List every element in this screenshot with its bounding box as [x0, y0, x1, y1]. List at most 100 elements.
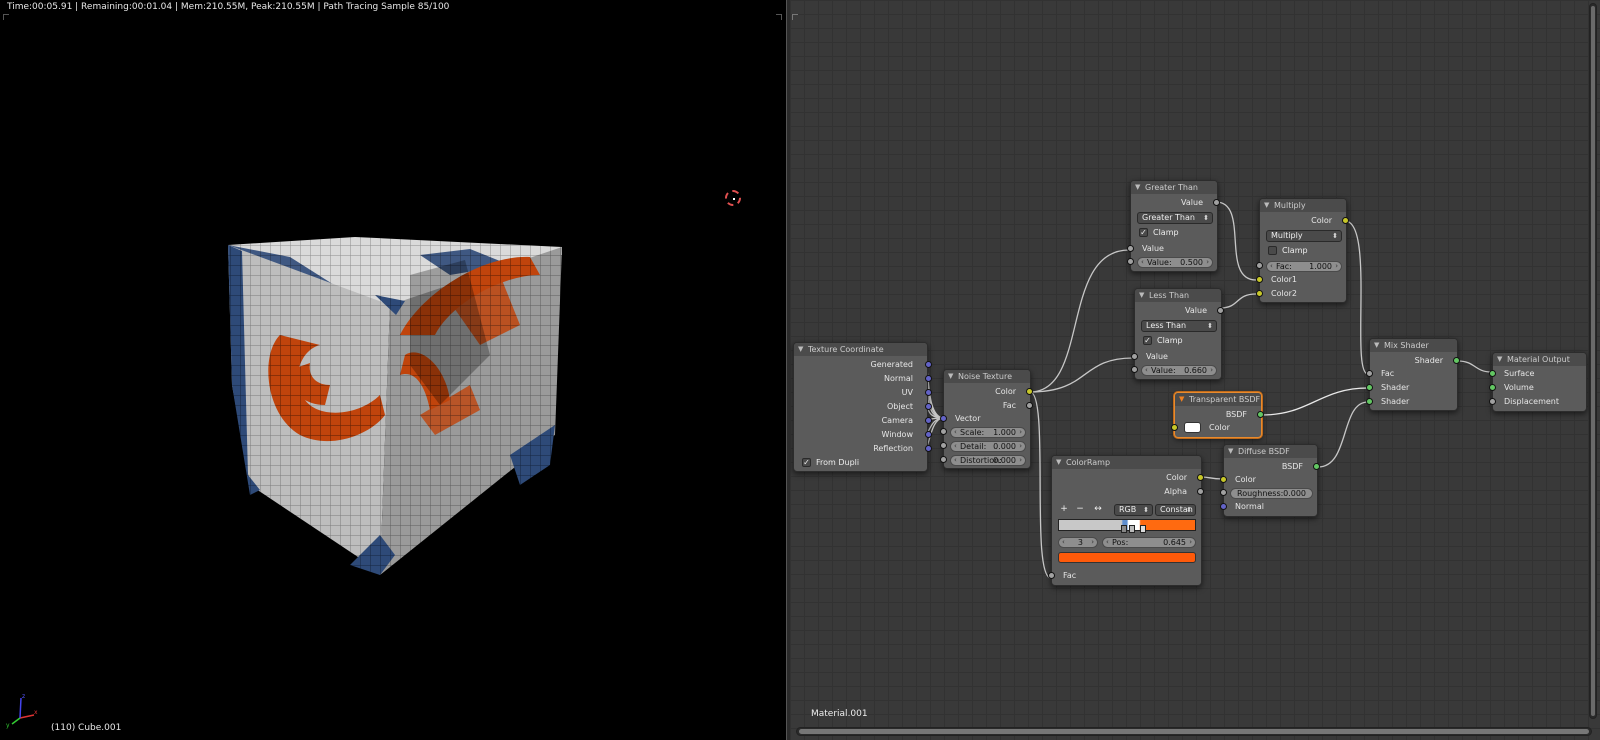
scale-field[interactable]: ‹ Scale: 1.000 ›	[950, 427, 1026, 438]
vertical-scrollbar[interactable]	[1589, 3, 1597, 719]
socket-value-out[interactable]	[1217, 307, 1224, 314]
socket-color-out[interactable]	[1197, 474, 1204, 481]
node-color-ramp[interactable]: ▼ ColorRamp Color Alpha + − ↔ RGB ⬍ Consta…	[1048, 455, 1204, 586]
3d-cursor[interactable]	[725, 190, 741, 206]
node-title: Diffuse BSDF	[1238, 447, 1290, 456]
socket-object[interactable]	[925, 403, 932, 410]
fac-field[interactable]: ‹ Fac: 1.000 ›	[1266, 261, 1342, 272]
node-header[interactable]: ▼ Mix Shader	[1370, 339, 1457, 352]
node-header[interactable]: ▼ Multiply	[1260, 199, 1346, 212]
node-header[interactable]: ▼ ColorRamp	[1052, 456, 1201, 469]
node-material-output[interactable]: ▼ Material Output Surface Volume Displace…	[1489, 352, 1587, 412]
socket-fac-out[interactable]	[1026, 402, 1033, 409]
socket-color-out[interactable]	[1342, 217, 1349, 224]
clamp-checkbox[interactable]: ✓	[1139, 228, 1148, 237]
node-multiply[interactable]: ▼ Multiply Color Multiply ⬍ Clamp ‹ Fac: 1.0…	[1256, 198, 1349, 303]
stop-index-field[interactable]: ‹ 3 ›	[1058, 537, 1098, 548]
area-split-corner[interactable]	[3, 14, 9, 20]
socket-roughness-in[interactable]	[1220, 489, 1227, 496]
ramp-stop-handle[interactable]	[1121, 525, 1127, 533]
socket-scale-in[interactable]	[940, 428, 947, 435]
socket-normal[interactable]	[925, 375, 932, 382]
scrollbar-thumb[interactable]	[1591, 6, 1595, 716]
detail-field[interactable]: ‹ Detail: 0.000 ›	[950, 441, 1026, 452]
operation-dropdown[interactable]: Less Than ⬍	[1141, 320, 1217, 332]
active-stop-color[interactable]	[1058, 552, 1196, 563]
node-greater-than[interactable]: ▼ Greater Than Value Greater Than ⬍ ✓ Clam…	[1127, 180, 1220, 272]
3d-viewport[interactable]: Time:00:05.91 | Remaining:00:01.04 | Mem…	[0, 0, 786, 740]
node-header[interactable]: ▼ Texture Coordinate	[794, 343, 927, 356]
ramp-stop-handle-active[interactable]	[1140, 525, 1146, 533]
output-label-camera: Camera	[881, 416, 913, 425]
clamp-checkbox[interactable]: ✓	[1143, 336, 1152, 345]
socket-window[interactable]	[925, 431, 932, 438]
socket-bsdf-out[interactable]	[1257, 411, 1264, 418]
socket-generated[interactable]	[925, 361, 932, 368]
node-header[interactable]: ▼ Transparent BSDF	[1175, 393, 1261, 406]
socket-reflection[interactable]	[925, 445, 932, 452]
node-header[interactable]: ▼ Greater Than	[1131, 181, 1217, 194]
distortion-field[interactable]: ‹ Distortion: 0.000 ›	[950, 455, 1026, 466]
socket-value-in-1[interactable]	[1127, 245, 1134, 252]
input-label-fac: Fac	[1063, 571, 1077, 580]
socket-value-in-2[interactable]	[1131, 366, 1138, 373]
ramp-stop-handle[interactable]	[1129, 525, 1135, 533]
horizontal-scrollbar[interactable]	[796, 727, 1592, 736]
node-header[interactable]: ▼ Material Output	[1493, 353, 1586, 366]
socket-color2-in[interactable]	[1256, 290, 1263, 297]
blend-mode-dropdown[interactable]: Multiply ⬍	[1266, 230, 1342, 242]
color-ramp-gradient[interactable]	[1058, 519, 1196, 531]
clamp-checkbox[interactable]	[1268, 246, 1277, 255]
socket-shader-out[interactable]	[1453, 357, 1460, 364]
socket-bsdf-out[interactable]	[1313, 463, 1320, 470]
node-header[interactable]: ▼ Noise Texture	[944, 370, 1030, 383]
color-swatch[interactable]	[1184, 422, 1201, 433]
add-stop-button[interactable]: +	[1058, 504, 1070, 516]
socket-normal-in[interactable]	[1220, 503, 1227, 510]
input-label-shader-1: Shader	[1381, 383, 1410, 392]
socket-uv[interactable]	[925, 389, 932, 396]
socket-value-out[interactable]	[1213, 199, 1220, 206]
node-editor[interactable]: ▼ Texture Coordinate Generated Normal UV …	[790, 0, 1600, 740]
node-texture-coordinate[interactable]: ▼ Texture Coordinate Generated Normal UV …	[793, 342, 932, 472]
node-header[interactable]: ▼ Diffuse BSDF	[1224, 445, 1317, 458]
node-diffuse-bsdf[interactable]: ▼ Diffuse BSDF BSDF Color Roughness: 0.000…	[1220, 444, 1320, 517]
socket-color-in[interactable]	[1220, 476, 1227, 483]
node-less-than[interactable]: ▼ Less Than Value Less Than ⬍ ✓ Clamp Valu…	[1131, 288, 1224, 380]
node-noise-texture[interactable]: ▼ Noise Texture Color Fac Vector ‹ Scale: 1…	[940, 369, 1033, 469]
socket-camera[interactable]	[925, 417, 932, 424]
node-mix-shader[interactable]: ▼ Mix Shader Shader Fac Shader Shader	[1366, 338, 1460, 411]
socket-surface-in[interactable]	[1489, 370, 1496, 377]
value-field[interactable]: ‹ Value: 0.500 ›	[1137, 257, 1213, 268]
socket-fac-in[interactable]	[1366, 370, 1373, 377]
socket-shader-in-2[interactable]	[1366, 398, 1373, 405]
socket-color-in[interactable]	[1171, 424, 1178, 431]
value-field[interactable]: ‹ Value: 0.660 ›	[1141, 365, 1217, 376]
area-split-corner[interactable]	[776, 14, 782, 20]
scrollbar-thumb[interactable]	[799, 729, 1589, 734]
flip-ramp-button[interactable]: ↔	[1090, 504, 1106, 516]
socket-value-in-2[interactable]	[1127, 258, 1134, 265]
socket-displacement-in[interactable]	[1489, 398, 1496, 405]
operation-dropdown[interactable]: Greater Than ⬍	[1137, 212, 1213, 224]
socket-distortion-in[interactable]	[940, 456, 947, 463]
remove-stop-button[interactable]: −	[1074, 504, 1086, 516]
socket-fac-in[interactable]	[1048, 572, 1055, 579]
input-label-volume: Volume	[1504, 383, 1534, 392]
from-dupli-checkbox[interactable]: ✓	[802, 458, 811, 467]
node-transparent-bsdf[interactable]: ▼ Transparent BSDF BSDF Color	[1171, 392, 1264, 438]
color-mode-dropdown[interactable]: RGB ⬍	[1114, 504, 1153, 516]
node-header[interactable]: ▼ Less Than	[1135, 289, 1221, 302]
socket-fac-in[interactable]	[1256, 262, 1263, 269]
pos-field[interactable]: ‹ Pos: 0.645 ›	[1102, 537, 1196, 548]
socket-vector-in[interactable]	[940, 415, 947, 422]
socket-alpha-out[interactable]	[1197, 488, 1204, 495]
socket-value-in-1[interactable]	[1131, 353, 1138, 360]
socket-color1-in[interactable]	[1256, 276, 1263, 283]
socket-shader-in-1[interactable]	[1366, 384, 1373, 391]
roughness-field[interactable]: Roughness: 0.000	[1230, 488, 1313, 499]
interpolation-dropdown[interactable]: Constan ⬍	[1155, 504, 1196, 516]
socket-color-out[interactable]	[1026, 388, 1033, 395]
socket-detail-in[interactable]	[940, 442, 947, 449]
socket-volume-in[interactable]	[1489, 384, 1496, 391]
